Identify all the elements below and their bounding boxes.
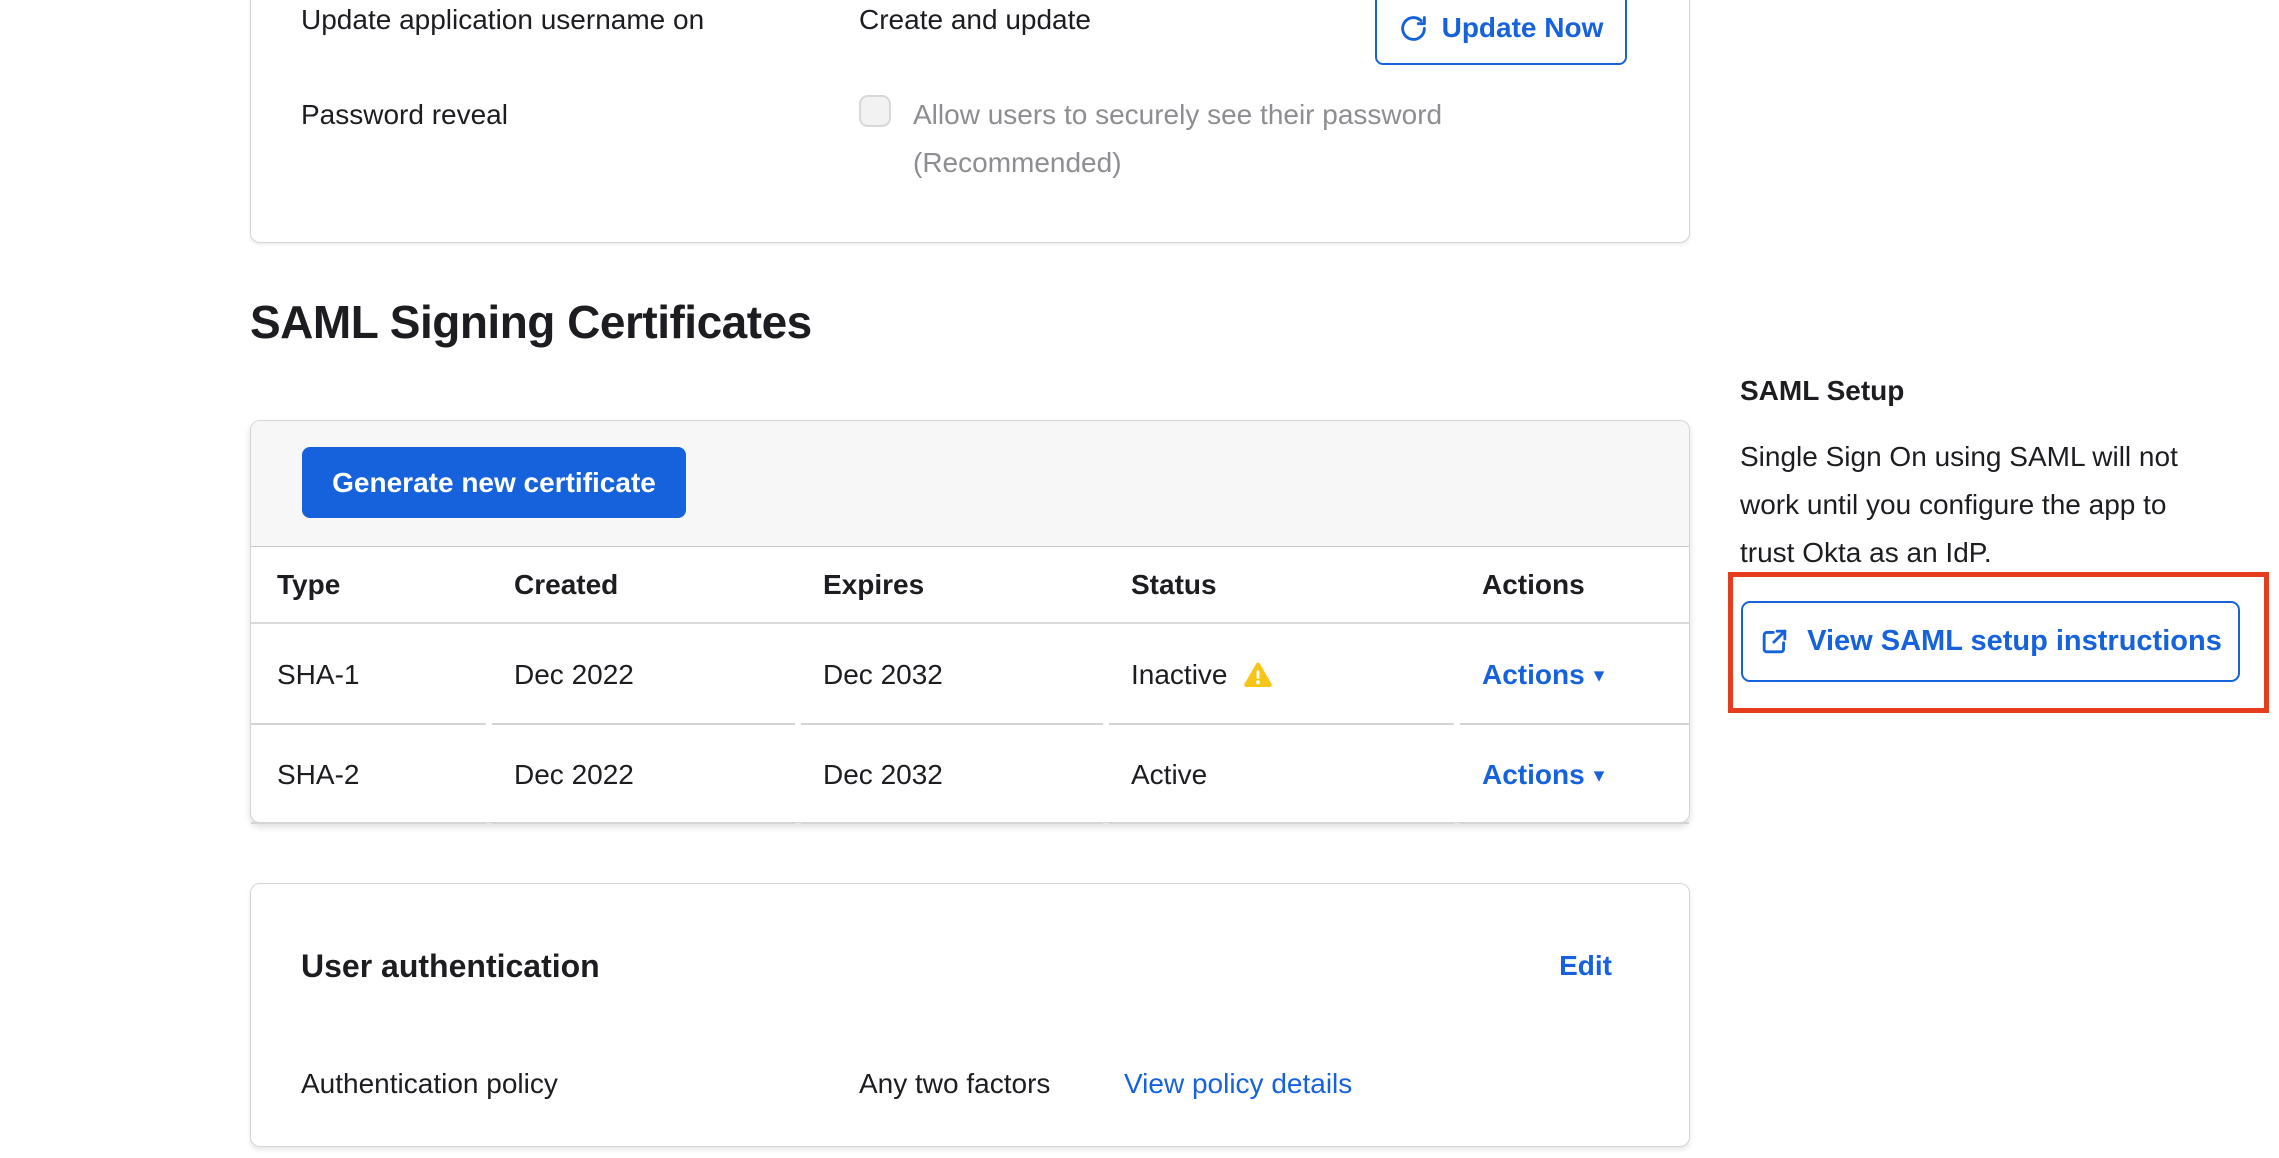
status-text: Inactive <box>1131 659 1228 691</box>
cell-created: Dec 2022 <box>488 725 797 824</box>
description-line: work until you configure the app to <box>1740 481 2279 529</box>
refresh-icon <box>1399 14 1428 43</box>
cell-expires: Dec 2032 <box>797 725 1105 824</box>
saml-certificates-card: Generate new certificate Type Created Ex… <box>250 420 1690 823</box>
cell-status: Active <box>1105 725 1456 824</box>
cell-status: Inactive <box>1105 624 1456 725</box>
status-text: Active <box>1131 759 1207 791</box>
cell-created: Dec 2022 <box>488 624 797 725</box>
username-update-value: Create and update <box>859 2 1091 38</box>
account-settings-card: Update application username on Create an… <box>250 0 1690 243</box>
column-header-actions: Actions <box>1456 547 1691 622</box>
auth-policy-label: Authentication policy <box>301 1066 558 1102</box>
column-header-created: Created <box>488 547 797 622</box>
warning-icon <box>1242 659 1274 691</box>
update-now-label: Update Now <box>1442 12 1604 44</box>
okta-app-settings-page: Update application username on Create an… <box>0 0 2279 1158</box>
cell-actions: Actions ▾ <box>1456 725 1691 824</box>
actions-label: Actions <box>1482 659 1585 691</box>
actions-dropdown-button[interactable]: Actions ▾ <box>1482 659 1604 691</box>
generate-certificate-button[interactable]: Generate new certificate <box>302 447 686 518</box>
password-reveal-checkbox[interactable] <box>859 95 891 127</box>
actions-label: Actions <box>1482 759 1585 791</box>
view-policy-details-link[interactable]: View policy details <box>1124 1066 1352 1102</box>
view-saml-setup-instructions-button[interactable]: View SAML setup instructions <box>1741 601 2240 682</box>
cell-type: SHA-2 <box>251 725 488 824</box>
description-line: Single Sign On using SAML will not <box>1740 433 2279 481</box>
auth-policy-value: Any two factors <box>859 1066 1050 1102</box>
password-reveal-recommended-text: (Recommended) <box>913 145 1122 181</box>
saml-setup-heading: SAML Setup <box>1740 374 1904 408</box>
caret-down-icon: ▾ <box>1594 765 1605 786</box>
saml-setup-description: Single Sign On using SAML will not work … <box>1740 433 2279 577</box>
column-header-status: Status <box>1105 547 1456 622</box>
saml-certificates-heading: SAML Signing Certificates <box>250 296 812 348</box>
username-update-label: Update application username on <box>301 2 704 38</box>
actions-dropdown-button[interactable]: Actions ▾ <box>1482 759 1604 791</box>
update-now-button[interactable]: Update Now <box>1375 0 1627 65</box>
password-reveal-label: Password reveal <box>301 97 508 133</box>
caret-down-icon: ▾ <box>1594 665 1605 686</box>
certificate-row-sha2: SHA-2 Dec 2022 Dec 2032 Active Actions ▾ <box>251 725 1689 824</box>
description-line: trust Okta as an IdP. <box>1740 529 2279 577</box>
column-header-expires: Expires <box>797 547 1105 622</box>
certificate-row-sha1: SHA-1 Dec 2022 Dec 2032 Inactive Actions… <box>251 624 1689 725</box>
cell-type: SHA-1 <box>251 624 488 725</box>
certificates-table-header: Type Created Expires Status Actions <box>251 547 1689 624</box>
column-header-type: Type <box>251 547 488 622</box>
external-link-icon <box>1759 626 1790 657</box>
password-reveal-checkbox-text: Allow users to securely see their passwo… <box>913 97 1442 133</box>
cell-expires: Dec 2032 <box>797 624 1105 725</box>
certificates-toolbar: Generate new certificate <box>251 421 1689 547</box>
edit-link[interactable]: Edit <box>1559 950 1612 982</box>
cell-actions: Actions ▾ <box>1456 624 1691 725</box>
view-saml-setup-label: View SAML setup instructions <box>1807 625 2222 658</box>
user-authentication-card: User authentication Edit Authentication … <box>250 883 1690 1147</box>
user-auth-title: User authentication <box>301 948 600 985</box>
